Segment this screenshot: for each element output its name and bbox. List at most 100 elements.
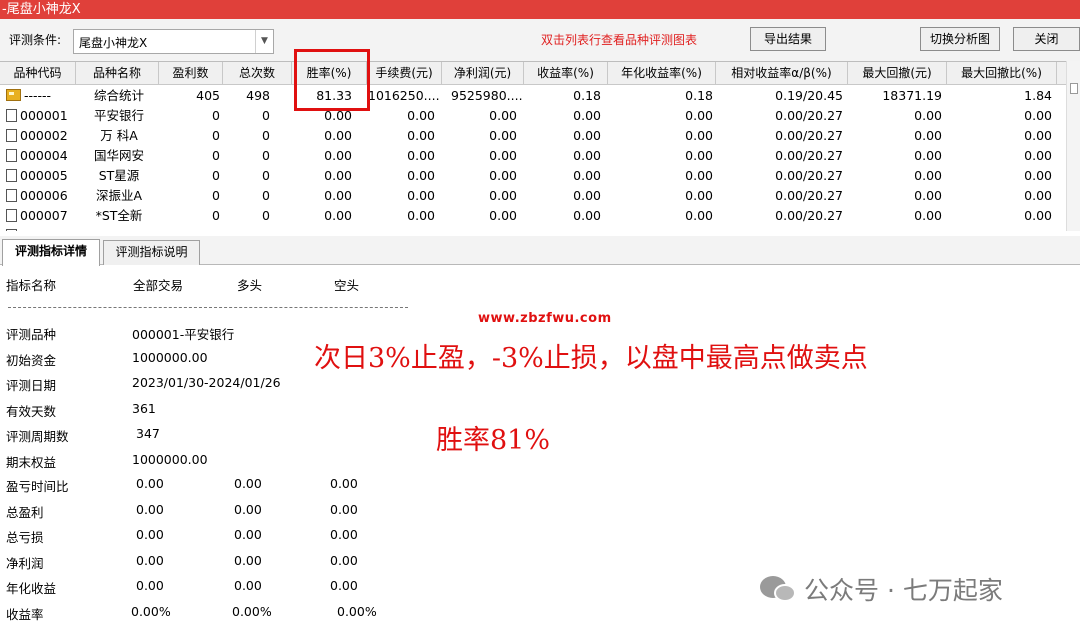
info-label: 初始资金 xyxy=(6,352,57,368)
cell-profit-count: 0 xyxy=(212,128,220,143)
tab-indicator-details[interactable]: 评测指标详情 xyxy=(2,239,100,266)
cell-code: 000007 xyxy=(6,206,76,226)
header-annual-return[interactable]: 年化收益率(%) xyxy=(608,62,716,84)
win-rate-highlight-box xyxy=(294,49,370,111)
cell-fee: 0.00 xyxy=(407,148,435,163)
metric-long: 0.00 xyxy=(234,527,262,542)
header-code[interactable]: 品种代码 xyxy=(0,62,76,84)
close-button[interactable]: 关闭 xyxy=(1013,27,1080,51)
summary-return: 0.18 xyxy=(573,88,601,103)
cell-relative-return: 0.00/20.27 xyxy=(775,208,843,223)
metric-label: 总亏损 xyxy=(6,530,44,545)
metric-all: 0.00 xyxy=(136,501,164,517)
document-icon xyxy=(6,169,17,182)
metric-label: 年化收益 xyxy=(6,581,57,596)
header-max-drawdown[interactable]: 最大回撤(元) xyxy=(848,62,947,84)
results-table[interactable]: 品种代码 品种名称 盈利数 总次数 胜率(%) 手续费(元) 净利润(元) 收益… xyxy=(0,61,1080,231)
header-relative-return[interactable]: 相对收益率α/β(%) xyxy=(716,62,848,84)
detail-header-all: 全部交易 xyxy=(133,278,184,293)
cell-code: 000004 xyxy=(6,146,76,166)
header-total-count[interactable]: 总次数 xyxy=(223,62,292,84)
cell-code-text: 000004 xyxy=(20,148,68,163)
metric-all: 0.00 xyxy=(136,527,164,542)
cell-total-count: 0 xyxy=(262,168,270,183)
table-row[interactable]: 000002 万 科A 0 0 0.00 0.00 0.00 0.00 0.00 0.00/20.… xyxy=(0,126,1066,146)
condition-label: 评测条件: xyxy=(9,33,62,47)
cell-net-profit: 0.00 xyxy=(489,108,517,123)
detail-panel: 指标名称 全部交易 多头 空头 评测品种 000001-平安银行 初始资金 10000… xyxy=(0,266,1080,634)
info-value: 2023/01/30-2024/01/26 xyxy=(132,375,281,390)
cell-name: 万 科A xyxy=(100,128,138,143)
info-label: 有效天数 xyxy=(6,403,57,419)
cell-annual-return: 0.00 xyxy=(685,128,713,143)
cell-code: 000005 xyxy=(6,166,76,186)
tab-indicator-explain[interactable]: 评测指标说明 xyxy=(103,240,200,265)
summary-max-drawdown: 18371.19 xyxy=(882,88,942,103)
header-fee[interactable]: 手续费(元) xyxy=(367,62,442,84)
scrollbar-thumb[interactable] xyxy=(1070,83,1078,94)
cell-relative-return: 0.00/20.27 xyxy=(775,108,843,123)
metric-long: 0.00 xyxy=(234,552,262,568)
table-row[interactable]: 000004 国华网安 0 0 0.00 0.00 0.00 0.00 0.00 0.00/20.… xyxy=(0,146,1066,166)
strategy-rule-note: 次日3%止盈，-3%止损，以盘中最高点做卖点 xyxy=(314,343,868,374)
cell-net-profit: 0.00 xyxy=(489,168,517,183)
cell-relative-return: 0.00/20.27 xyxy=(775,168,843,183)
summary-relative-return: 0.19/20.45 xyxy=(775,88,843,103)
cell-net-profit: 0.00 xyxy=(489,128,517,143)
metric-long: 0.00 xyxy=(234,476,262,491)
cell-code-text: 000007 xyxy=(20,208,68,223)
document-icon xyxy=(6,149,17,162)
header-profit-count[interactable]: 盈利数 xyxy=(159,62,223,84)
cell-return: 0.00 xyxy=(573,168,601,183)
metric-long: 0.00 xyxy=(234,578,262,593)
cell-win-rate: 0.00 xyxy=(324,208,352,223)
export-button[interactable]: 导出结果 xyxy=(750,27,826,51)
chevron-down-icon[interactable]: ▼ xyxy=(255,30,273,53)
cell-return: 0.00 xyxy=(573,208,601,223)
summary-fee: 1016250.... xyxy=(368,88,440,103)
summary-max-drawdown-ratio: 1.84 xyxy=(1024,88,1052,103)
header-name[interactable]: 品种名称 xyxy=(76,62,159,84)
table-row-partial[interactable] xyxy=(0,226,1066,231)
switch-chart-button[interactable]: 切换分析图 xyxy=(920,27,1000,51)
condition-select[interactable]: 尾盘小神龙X ▼ xyxy=(73,29,274,54)
cell-total-count: 0 xyxy=(262,128,270,143)
cell-max-drawdown-ratio: 0.00 xyxy=(1024,128,1052,143)
info-value: 1000000.00 xyxy=(132,349,208,365)
cell-profit-count: 0 xyxy=(212,108,220,123)
cell-relative-return: 0.00/20.27 xyxy=(775,128,843,143)
cell-code: 000002 xyxy=(6,126,76,146)
table-row[interactable]: 000005 ST星源 0 0 0.00 0.00 0.00 0.00 0.00 0.00/20.… xyxy=(0,166,1066,186)
cell-total-count: 0 xyxy=(262,148,270,163)
cell-max-drawdown: 0.00 xyxy=(914,188,942,203)
header-return[interactable]: 收益率(%) xyxy=(524,62,608,84)
info-value: 000001-平安银行 xyxy=(132,327,235,342)
metric-short: 0.00 xyxy=(330,501,358,517)
metric-label: 收益率 xyxy=(6,606,44,622)
header-max-drawdown-ratio[interactable]: 最大回撤比(%) xyxy=(947,62,1057,84)
summary-code: ------ xyxy=(6,86,76,106)
cell-max-drawdown: 0.00 xyxy=(914,128,942,143)
table-scrollbar[interactable] xyxy=(1066,61,1080,231)
cell-fee: 0.00 xyxy=(407,108,435,123)
header-net-profit[interactable]: 净利润(元) xyxy=(442,62,524,84)
cell-relative-return: 0.00/20.27 xyxy=(775,188,843,203)
cell-name: ST星源 xyxy=(98,168,140,183)
metric-label: 盈亏时间比 xyxy=(6,479,69,494)
metric-short: 0.00 xyxy=(330,476,358,491)
metric-long: 0.00 xyxy=(234,501,262,517)
table-row[interactable]: 000006 深振业A 0 0 0.00 0.00 0.00 0.00 0.00 0.00/20.… xyxy=(0,186,1066,206)
cell-max-drawdown-ratio: 0.00 xyxy=(1024,188,1052,203)
cell-fee: 0.00 xyxy=(407,188,435,203)
metric-all: 0.00% xyxy=(131,603,171,619)
summary-name: 综合统计 xyxy=(93,88,144,103)
cell-profit-count: 0 xyxy=(212,148,220,163)
table-row-summary[interactable]: ------ 综合统计 405 498 81.33 1016250.... 95… xyxy=(0,86,1066,106)
cell-net-profit: 0.00 xyxy=(489,208,517,223)
partial-row-icon xyxy=(6,226,76,231)
cell-profit-count: 0 xyxy=(212,168,220,183)
table-row[interactable]: 000007 *ST全新 0 0 0.00 0.00 0.00 0.00 0.00 0.00/20… xyxy=(0,206,1066,226)
metric-all: 0.00 xyxy=(136,578,164,593)
table-row[interactable]: 000001 平安银行 0 0 0.00 0.00 0.00 0.00 0.00 0.00/20.… xyxy=(0,106,1066,126)
toolbar: 评测条件: 尾盘小神龙X ▼ 双击列表行查看品种评测图表 导出结果 切换分析图 … xyxy=(0,19,1080,61)
